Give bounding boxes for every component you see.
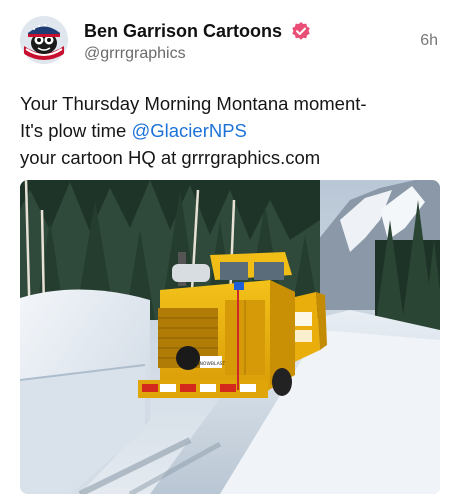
author-display-name[interactable]: Ben Garrison Cartoons: [84, 20, 282, 42]
plow-plate-text: SNOWBLAST: [197, 361, 226, 367]
cartoon-avatar-icon: [20, 16, 68, 64]
snowplow-photo: SNOWBLAST: [20, 180, 440, 494]
author-handle[interactable]: @grrrgraphics: [84, 43, 311, 65]
mention-link[interactable]: @GlacierNPS: [131, 120, 246, 141]
post-photo[interactable]: SNOWBLAST: [20, 180, 440, 494]
post-body-text: Your Thursday Morning Montana moment- It…: [20, 90, 450, 171]
post-header: Ben Garrison Cartoons @grrrgraphics 6h: [20, 14, 446, 70]
verified-badge-icon: [291, 22, 310, 40]
author-avatar[interactable]: [20, 16, 68, 64]
author-block: Ben Garrison Cartoons @grrrgraphics: [84, 20, 311, 65]
post-text-line-2: It's plow time @GlacierNPS: [20, 117, 450, 144]
post-text-line-2-prefix: It's plow time: [20, 120, 132, 141]
post-timestamp[interactable]: 6h: [420, 32, 438, 50]
post-text-line-1: Your Thursday Morning Montana moment-: [20, 93, 367, 114]
post-text-line-3: your cartoon HQ at grrrgraphics.com: [20, 147, 321, 168]
